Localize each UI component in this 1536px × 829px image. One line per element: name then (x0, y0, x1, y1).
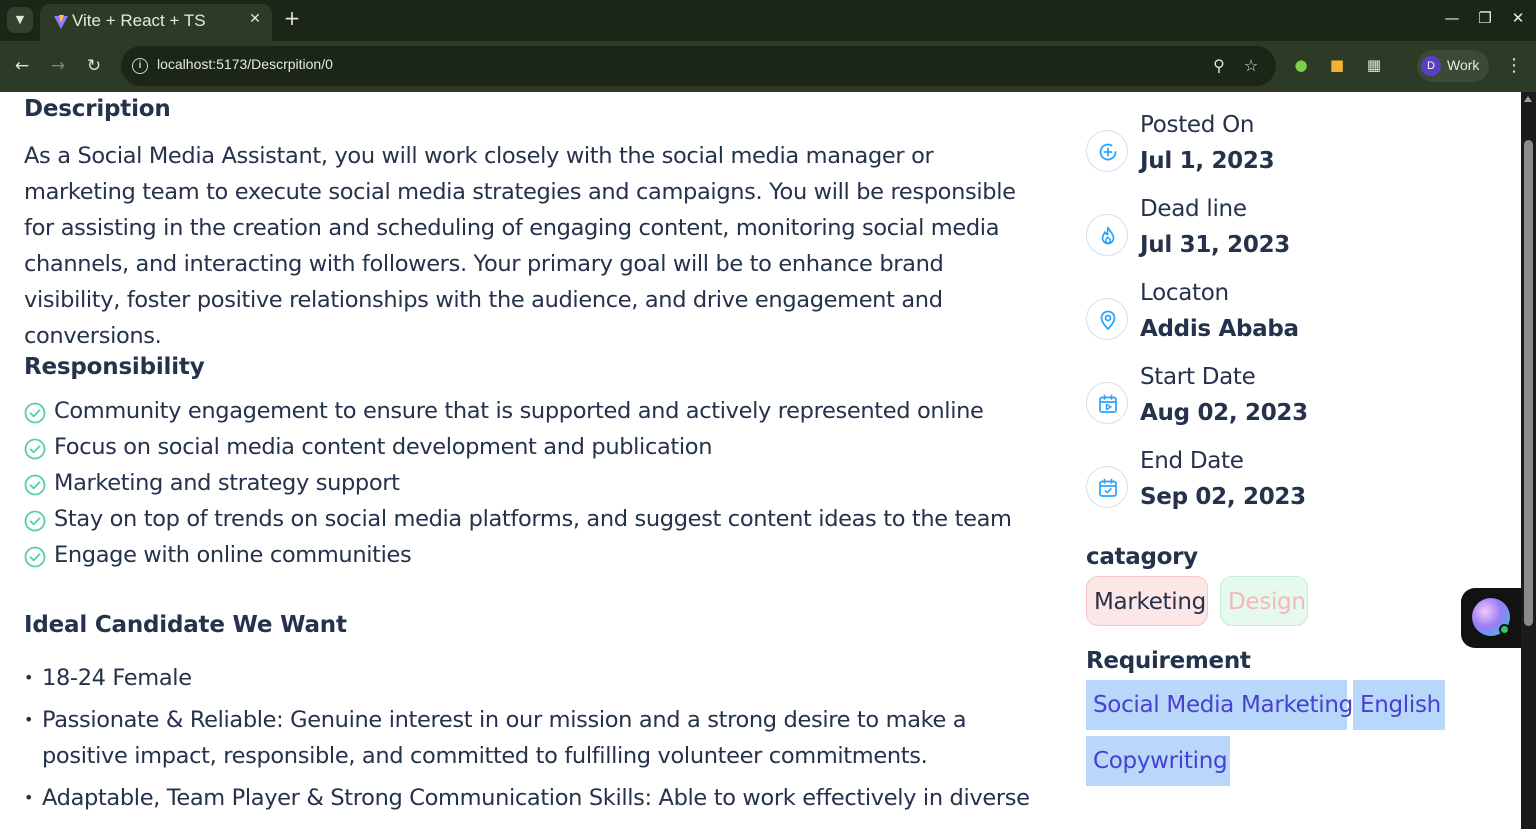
responsibility-text: Focus on social media content developmen… (54, 434, 713, 460)
posted-on-label: Posted On (1140, 112, 1255, 138)
category-tag-design[interactable]: Design (1220, 576, 1308, 626)
browser-menu-icon[interactable]: ⋮ (1503, 54, 1525, 78)
deadline-icon-circle (1086, 214, 1128, 256)
start-date-label: Start Date (1140, 364, 1256, 390)
requirement-heading: Requirement (1086, 648, 1251, 674)
location-row: Locaton Addis Ababa (1086, 280, 1406, 364)
location-pin-icon (1100, 310, 1116, 330)
close-window-button[interactable]: ✕ (1508, 8, 1528, 28)
location-label: Locaton (1140, 280, 1229, 306)
responsibility-text: Stay on top of trends on social media pl… (54, 506, 1012, 532)
check-circle-icon (24, 402, 46, 424)
list-item: Marketing and strategy support (24, 468, 1024, 504)
check-circle-icon (24, 474, 46, 496)
end-date-icon-circle (1086, 466, 1128, 508)
close-tab-icon[interactable]: ✕ (246, 10, 264, 28)
list-item: • Adaptable, Team Player & Strong Communi… (24, 780, 1034, 816)
posted-on-value: Jul 1, 2023 (1140, 148, 1275, 174)
ideal-text: 18-24 Female (42, 665, 192, 691)
online-status-icon (1499, 624, 1510, 635)
reload-button[interactable]: ↻ (82, 54, 106, 78)
start-date-icon-circle (1086, 382, 1128, 424)
description-text: As a Social Media Assistant, you will wo… (24, 143, 1016, 349)
bullet-icon: • (24, 710, 34, 729)
description-heading: Description (24, 96, 171, 122)
address-bar[interactable]: i localhost:5173/Descrpition/0 ⚲ ☆ (121, 46, 1276, 86)
calendar-icon (1099, 394, 1117, 413)
check-circle-icon (24, 510, 46, 532)
job-description-page: Description As a Social Media Assistant,… (0, 92, 1521, 829)
requirement-tag[interactable]: English (1353, 680, 1445, 730)
new-tab-button[interactable]: + (282, 8, 302, 28)
requirement-tag[interactable]: Copywriting (1086, 736, 1230, 786)
bullet-icon: • (24, 668, 34, 687)
back-button[interactable]: ← (10, 54, 34, 78)
responsibility-text: Marketing and strategy support (54, 470, 400, 496)
list-item: Community engagement to ensure that is s… (24, 396, 1024, 432)
scroll-up-arrow-icon[interactable] (1524, 96, 1532, 102)
start-date-row: Start Date Aug 02, 2023 (1086, 364, 1406, 448)
browser-toolbar: ← → ↻ i localhost:5173/Descrpition/0 ⚲ ☆… (0, 41, 1536, 92)
url-text[interactable]: localhost:5173/Descrpition/0 (157, 56, 333, 72)
scroll-thumb[interactable] (1524, 140, 1533, 626)
bookmark-star-icon[interactable]: ☆ (1240, 55, 1262, 77)
list-item: Engage with online communities (24, 540, 1024, 576)
fire-icon (1101, 226, 1115, 245)
list-item: Stay on top of trends on social media pl… (24, 504, 1024, 540)
ideal-text: Adaptable, Team Player & Strong Communic… (42, 785, 1030, 811)
profile-button[interactable]: D Work (1417, 50, 1489, 82)
extensions-puzzle-icon[interactable]: ▦ (1363, 54, 1385, 76)
ideal-candidate-list: • 18-24 Female • Passionate & Reliable: Ge… (24, 660, 1034, 822)
list-item: Focus on social media content developmen… (24, 432, 1024, 468)
list-item: • 18-24 Female (24, 660, 1034, 696)
ideal-text: Passionate & Reliable: Genuine interest … (42, 707, 967, 769)
assistant-launcher-button[interactable] (1461, 588, 1521, 648)
tab-search-button[interactable]: ▼ (7, 7, 33, 33)
posted-on-row: Posted On Jul 1, 2023 (1086, 112, 1406, 196)
start-date-value: Aug 02, 2023 (1140, 400, 1308, 426)
bullet-icon: • (24, 788, 34, 807)
extension-lock-icon[interactable]: ■ (1326, 54, 1348, 76)
tab-title: Vite + React + TS (72, 11, 206, 30)
responsibility-text: Engage with online communities (54, 542, 412, 568)
zoom-icon[interactable]: ⚲ (1208, 55, 1230, 77)
site-info-icon[interactable]: i (132, 58, 148, 74)
extension-plus-icon[interactable]: ● (1290, 54, 1312, 76)
responsibility-heading: Responsibility (24, 354, 205, 380)
profile-avatar: D (1421, 56, 1441, 76)
forward-button[interactable]: → (46, 54, 70, 78)
deadline-row: Dead line Jul 31, 2023 (1086, 196, 1406, 280)
end-date-row: End Date Sep 02, 2023 (1086, 448, 1406, 532)
check-circle-icon (24, 438, 46, 460)
posted-on-icon-circle (1086, 130, 1128, 172)
minimize-button[interactable]: — (1442, 8, 1462, 28)
profile-name: Work (1447, 57, 1480, 73)
check-circle-icon (24, 546, 46, 568)
category-heading: catagory (1086, 544, 1198, 570)
location-icon-circle (1086, 298, 1128, 340)
responsibility-list: Community engagement to ensure that is s… (24, 396, 1024, 576)
ideal-candidate-heading: Ideal Candidate We Want (24, 612, 347, 638)
responsibility-text: Community engagement to ensure that is s… (54, 398, 984, 424)
restore-button[interactable]: ❐ (1475, 8, 1495, 28)
end-date-label: End Date (1140, 448, 1244, 474)
list-item: • Passionate & Reliable: Genuine interest… (24, 702, 1034, 774)
category-tag-marketing[interactable]: Marketing (1086, 576, 1208, 626)
page-scrollbar[interactable] (1521, 92, 1536, 829)
location-value: Addis Ababa (1140, 316, 1299, 342)
browser-tab[interactable]: Vite + React + TS ✕ (40, 4, 272, 41)
browser-tab-bar: ▼ Vite + React + TS ✕ + — ❐ ✕ (0, 0, 1536, 41)
plus-circle-icon (1099, 143, 1117, 161)
end-date-value: Sep 02, 2023 (1140, 484, 1306, 510)
deadline-label: Dead line (1140, 196, 1247, 222)
requirement-tag[interactable]: Social Media Marketing (1086, 680, 1353, 730)
calendar-check-icon (1099, 478, 1117, 497)
vite-logo-icon (54, 15, 68, 29)
deadline-value: Jul 31, 2023 (1140, 232, 1290, 258)
